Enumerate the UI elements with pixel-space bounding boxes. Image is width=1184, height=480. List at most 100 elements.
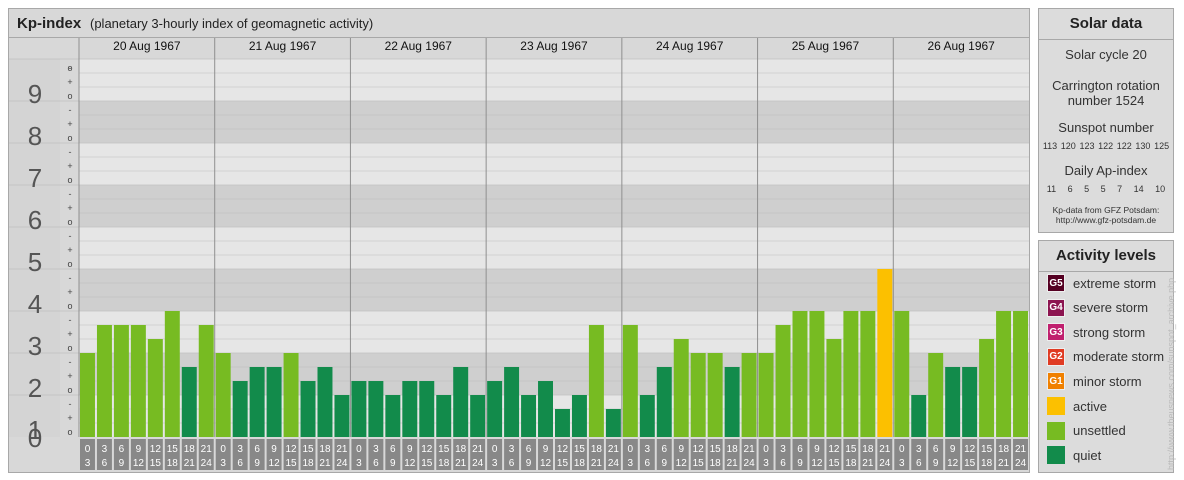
hour-start-label: 3 — [645, 444, 651, 455]
hour-end-label: 12 — [947, 458, 959, 469]
y-minor-tick-label: o — [67, 217, 72, 227]
side-url[interactable]: http://www.theusnews.com/sunspot_archive… — [1166, 278, 1176, 470]
ap-value-2: 5 — [1084, 184, 1090, 194]
level-label: minor storm — [1073, 373, 1142, 389]
kp-bar-d3-s6 — [588, 324, 604, 437]
kp-bar-d4-s0 — [622, 324, 638, 437]
hour-start-label: 6 — [254, 444, 260, 455]
hour-end-label: 15 — [964, 458, 976, 469]
kp-bar-d6-s4 — [962, 366, 978, 437]
kp-bar-d5-s0 — [758, 353, 774, 437]
hour-start-label: 12 — [285, 444, 297, 455]
hour-end-label: 15 — [150, 458, 162, 469]
hour-end-label: 9 — [390, 458, 396, 469]
activity-levels-panel: Activity levels G5 extreme storm G4 severe … — [1038, 240, 1174, 473]
hour-start-label: 21 — [744, 444, 756, 455]
credit-link[interactable]: http://www.gfz-potsdam.de — [1039, 215, 1173, 225]
y-minor-tick-label: - — [69, 147, 72, 157]
y-tick-label-6: 6 — [28, 205, 42, 235]
sunspot-value-3: 122 — [1098, 141, 1114, 151]
kp-bar-d2-s5 — [436, 395, 452, 437]
hour-end-label: 6 — [237, 458, 243, 469]
hour-end-label: 18 — [167, 458, 179, 469]
hour-start-label: 21 — [608, 444, 620, 455]
kp-chart-panel: Kp-index (planetary 3-hourly index of ge… — [8, 8, 1030, 473]
kp-bar-d5-s6 — [860, 311, 876, 437]
hour-end-label: 3 — [899, 458, 905, 469]
y-minor-tick-label: + — [67, 203, 72, 213]
hour-start-label: 15 — [302, 444, 314, 455]
y-tick-label-4: 4 — [28, 289, 42, 319]
hour-end-label: 24 — [201, 458, 213, 469]
kp-bar-d6-s3 — [945, 366, 961, 437]
hour-end-label: 18 — [845, 458, 857, 469]
kp-bar-chart: 0123456789o+-o+-o+-o+-o+-o+-o+-o+-o+-o20… — [9, 38, 1029, 470]
ap-index-values: 11 6 5 5 7 14 10 — [1039, 184, 1173, 194]
kp-bar-d3-s4 — [555, 408, 570, 437]
y-minor-tick-label: + — [67, 413, 72, 423]
hour-end-label: 3 — [220, 458, 226, 469]
kp-bar-d0-s5 — [164, 311, 180, 437]
kp-bar-d1-s1 — [232, 381, 248, 437]
hour-start-label: 15 — [167, 444, 179, 455]
kp-bar-d0-s3 — [130, 324, 146, 437]
hour-end-label: 6 — [373, 458, 379, 469]
level-label: moderate storm — [1073, 349, 1165, 365]
kp-bar-d3-s0 — [487, 381, 503, 437]
hour-end-label: 21 — [862, 458, 874, 469]
hour-start-label: 12 — [828, 444, 840, 455]
kp-bar-d1-s5 — [300, 381, 316, 437]
activity-level-active: active — [1047, 396, 1107, 416]
level-swatch: G2 — [1047, 347, 1065, 366]
y-minor-tick-label: - — [69, 231, 72, 241]
hour-end-label: 6 — [916, 458, 922, 469]
kp-bar-d4-s1 — [639, 395, 655, 437]
hour-start-label: 21 — [1015, 444, 1027, 455]
day-label-4: 24 Aug 1967 — [656, 39, 724, 53]
hour-start-label: 3 — [780, 444, 786, 455]
hour-start-label: 15 — [845, 444, 857, 455]
y-minor-tick-label: + — [67, 287, 72, 297]
y-minor-tick-label: + — [67, 329, 72, 339]
day-label-6: 26 Aug 1967 — [927, 39, 995, 53]
hour-start-label: 9 — [407, 444, 413, 455]
hour-start-label: 9 — [271, 444, 277, 455]
hour-end-label: 18 — [710, 458, 722, 469]
hour-start-label: 18 — [455, 444, 467, 455]
level-label: strong storm — [1073, 324, 1146, 340]
hour-end-label: 24 — [608, 458, 620, 469]
kp-bar-d2-s6 — [453, 366, 469, 437]
level-label: severe storm — [1073, 300, 1149, 316]
hour-end-label: 24 — [472, 458, 484, 469]
sunspot-value-6: 125 — [1154, 141, 1170, 151]
hour-start-label: 12 — [693, 444, 705, 455]
hour-end-label: 21 — [184, 458, 196, 469]
carrington-rotation-line1: Carrington rotation — [1052, 78, 1160, 93]
sunspot-values: 113 120 123 122 122 130 125 — [1039, 141, 1173, 151]
hour-end-label: 15 — [421, 458, 433, 469]
hour-end-label: 9 — [797, 458, 803, 469]
hour-end-label: 24 — [1015, 458, 1027, 469]
hour-end-label: 12 — [404, 458, 416, 469]
activity-level-strong-storm: G3 strong storm — [1047, 322, 1145, 342]
credit-line1: Kp-data from GFZ Potsdam: — [1052, 205, 1160, 215]
level-label: quiet — [1073, 447, 1102, 463]
kp-bar-d2-s3 — [402, 381, 418, 437]
y-minor-tick-label: o — [67, 175, 72, 185]
level-swatch — [1047, 446, 1065, 465]
kp-bar-d5-s1 — [775, 324, 791, 437]
hour-start-label: 3 — [916, 444, 922, 455]
hour-start-label: 15 — [710, 444, 722, 455]
hour-end-label: 15 — [557, 458, 569, 469]
solar-data-panel: Solar data Solar cycle 20 Carrington rot… — [1038, 8, 1174, 233]
hour-start-label: 6 — [933, 444, 939, 455]
sunspot-value-5: 130 — [1135, 141, 1151, 151]
kp-bar-d4-s6 — [724, 366, 740, 437]
kp-bar-d2-s7 — [470, 395, 486, 437]
kp-bar-d2-s1 — [368, 381, 384, 437]
y-tick-label-7: 7 — [28, 163, 42, 193]
sunspot-value-0: 113 — [1042, 141, 1058, 151]
kp-bar-d1-s3 — [266, 366, 282, 437]
kp-bar-d4-s4 — [690, 353, 706, 437]
hour-start-label: 6 — [526, 444, 532, 455]
